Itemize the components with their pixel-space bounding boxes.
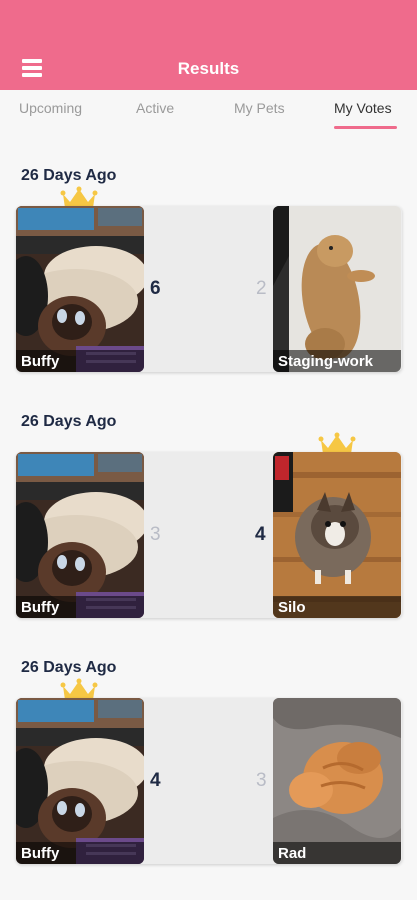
pet-photo [16,206,144,372]
result-row: Buffy 4 3 Rad [16,698,402,864]
result-date: 26 Days Ago [21,659,117,676]
pet-photo [273,698,401,864]
app-header: Results [0,0,417,90]
vote-count: 4 [255,524,266,545]
pet-name: Silo [273,596,401,618]
pet-name: Staging-work [273,350,401,372]
pet-name: Buffy [16,842,144,864]
result-row: Buffy 3 4 Silo [16,452,402,618]
pet-card-buffy[interactable]: Buffy [16,206,144,372]
tab-upcoming[interactable]: Upcoming [19,100,82,116]
pet-photo [16,452,144,618]
pet-card-buffy[interactable]: Buffy [16,698,144,864]
pet-photo [273,452,401,618]
tab-my-votes[interactable]: My Votes [334,100,392,116]
vote-count: 4 [150,770,161,791]
vote-count: 3 [150,524,161,545]
pet-card-buffy[interactable]: Buffy [16,452,144,618]
result-row: Buffy 6 2 Staging-work [16,206,402,372]
pet-name: Rad [273,842,401,864]
pet-name: Buffy [16,596,144,618]
pet-photo [273,206,401,372]
tab-active[interactable]: Active [136,100,174,116]
result-date: 26 Days Ago [21,413,117,430]
tab-bar: Upcoming Active My Pets My Votes [0,90,417,136]
pet-card-silo[interactable]: Silo [273,452,401,618]
page-title: Results [177,59,240,78]
pet-name: Buffy [16,350,144,372]
pet-card-staging-work[interactable]: Staging-work [273,206,401,372]
vote-count: 6 [150,278,161,299]
vote-count: 3 [256,770,267,791]
pet-card-rad[interactable]: Rad [273,698,401,864]
result-date: 26 Days Ago [21,167,117,184]
pet-photo [16,698,144,864]
vote-count: 2 [256,278,267,299]
active-tab-indicator [334,126,397,129]
tab-my-pets[interactable]: My Pets [234,100,285,116]
